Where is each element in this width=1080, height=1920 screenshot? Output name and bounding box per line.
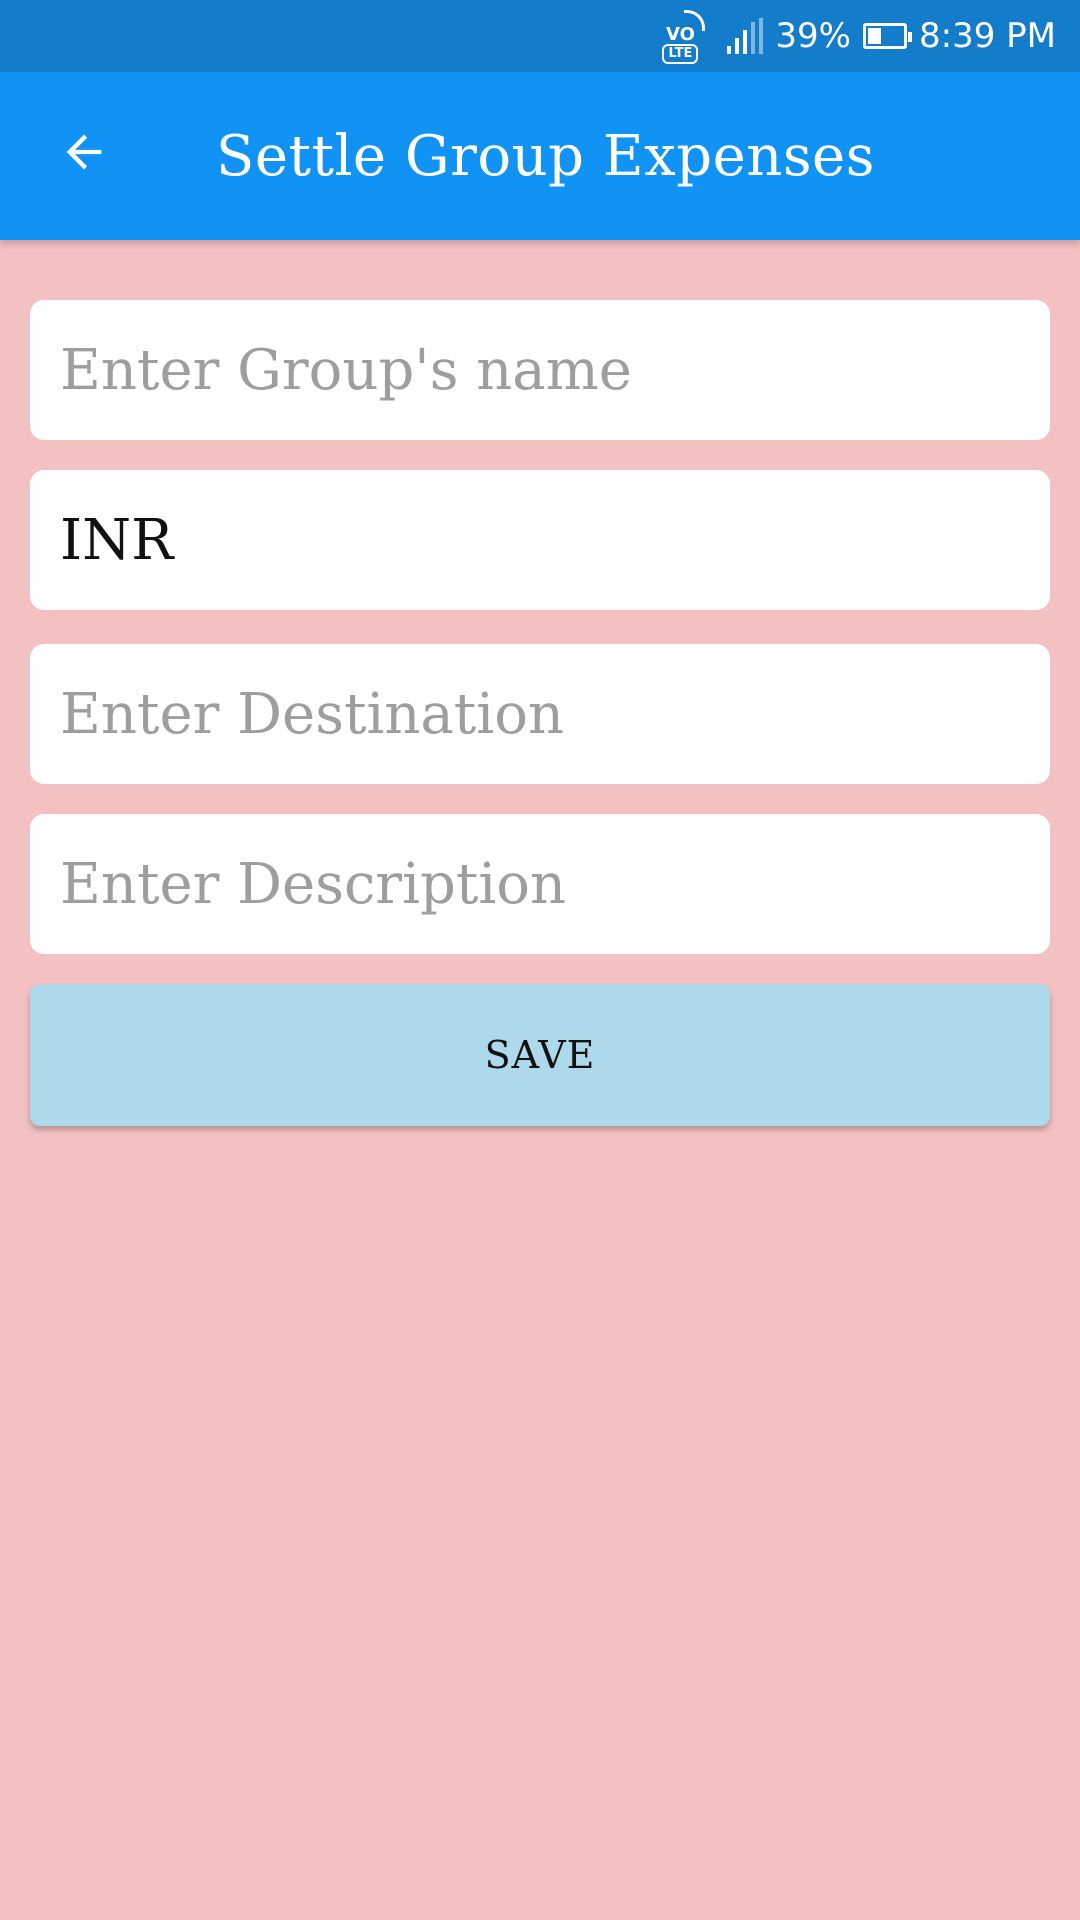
group-name-input[interactable] bbox=[30, 300, 1050, 440]
page-title: Settle Group Expenses bbox=[216, 123, 875, 189]
back-button[interactable] bbox=[56, 124, 112, 180]
status-icons: VO LTE 39% 8:39 PM bbox=[657, 0, 1056, 72]
battery-percent: 39% bbox=[775, 16, 851, 56]
save-button[interactable]: SAVE bbox=[30, 984, 1050, 1126]
battery-icon bbox=[863, 23, 912, 49]
signal-icon bbox=[727, 18, 764, 54]
currency-input[interactable] bbox=[30, 470, 1050, 610]
app-bar: Settle Group Expenses bbox=[0, 72, 1080, 240]
destination-input[interactable] bbox=[30, 644, 1050, 784]
arrow-left-icon bbox=[66, 134, 102, 170]
volte-icon: VO LTE bbox=[657, 8, 706, 64]
clock: 8:39 PM bbox=[919, 16, 1056, 56]
battery-fill bbox=[868, 28, 882, 44]
status-bar: VO LTE 39% 8:39 PM bbox=[0, 0, 1080, 72]
description-input[interactable] bbox=[30, 814, 1050, 954]
